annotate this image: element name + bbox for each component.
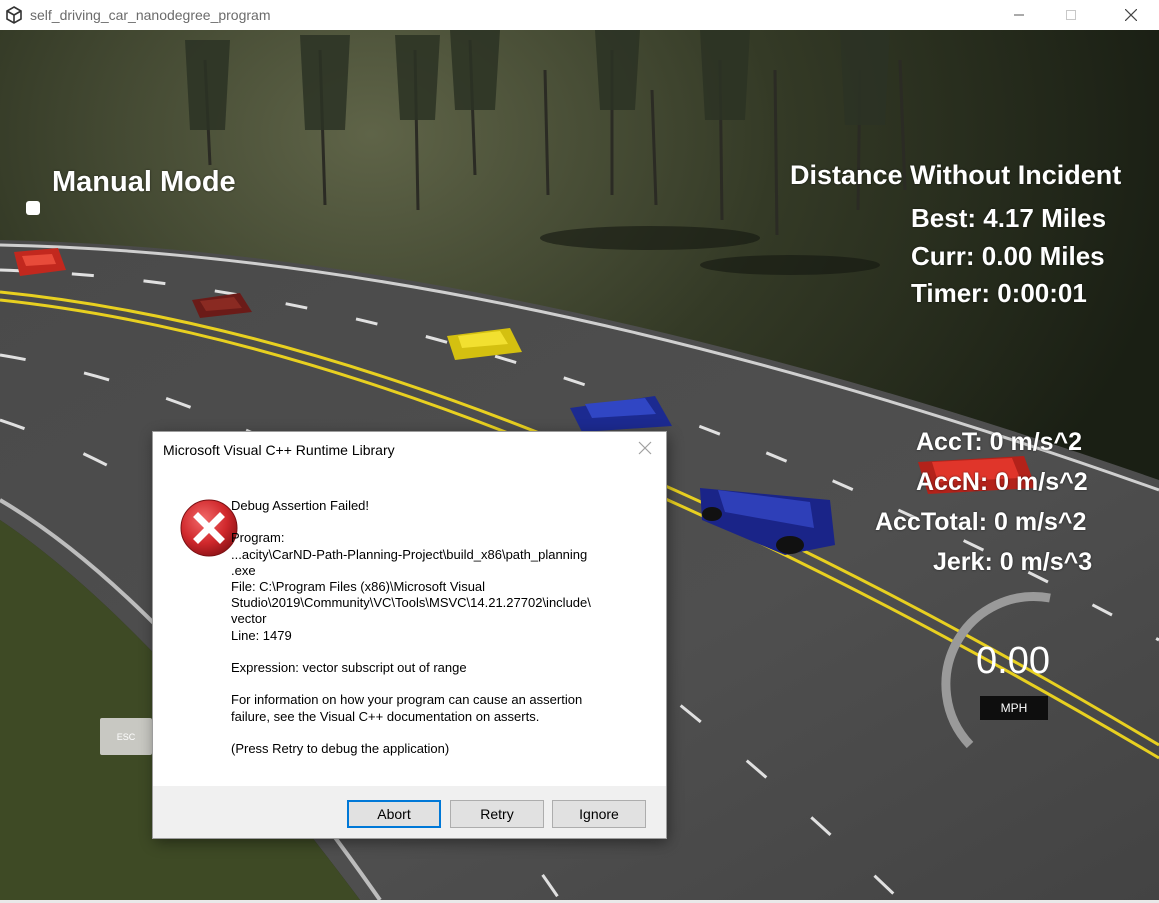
- minimize-icon: [1014, 14, 1024, 16]
- dialog-close-button[interactable]: [638, 441, 654, 457]
- program-path-ext: .exe: [231, 562, 256, 578]
- error-icon: [179, 498, 239, 558]
- assertion-heading: Debug Assertion Failed!: [231, 498, 370, 513]
- dialog-button-bar: Abort Retry Ignore: [153, 786, 666, 838]
- maximize-button[interactable]: [1048, 0, 1094, 30]
- unity-logo-icon: [5, 6, 23, 24]
- dialog-title: Microsoft Visual C++ Runtime Library: [163, 442, 395, 458]
- close-icon: [638, 441, 652, 455]
- manual-mode-checkbox[interactable]: [26, 201, 40, 215]
- close-icon: [1125, 9, 1137, 21]
- acc-t: AccT: 0 m/s^2: [916, 428, 1083, 456]
- jerk: Jerk: 0 m/s^3: [933, 548, 1093, 576]
- speed-unit: MPH: [980, 696, 1048, 720]
- file-line-1: File: C:\Program Files (x86)\Microsoft V…: [231, 579, 486, 594]
- retry-button[interactable]: Retry: [450, 800, 544, 828]
- line-number: Line: 1479: [231, 627, 292, 643]
- program-path: ...acity\CarND-Path-Planning-Project\bui…: [231, 546, 588, 562]
- window-title: self_driving_car_nanodegree_program: [30, 7, 271, 23]
- speed-readout: 0.00: [976, 640, 1050, 682]
- acc-total: AccTotal: 0 m/s^2: [875, 508, 1087, 536]
- retry-hint: (Press Retry to debug the application): [231, 740, 450, 756]
- file-line-2: Studio\2019\Community\VC\Tools\MSVC\14.2…: [231, 595, 591, 611]
- info-line-2: failure, see the Visual C++ documentatio…: [231, 708, 540, 724]
- esc-button[interactable]: ESC: [100, 718, 152, 755]
- info-line-1: For information on how your program can …: [231, 692, 583, 708]
- timer: Timer: 0:00:01: [911, 278, 1087, 308]
- close-button[interactable]: [1108, 0, 1154, 30]
- acc-n: AccN: 0 m/s^2: [916, 468, 1088, 496]
- minimize-button[interactable]: [996, 0, 1042, 30]
- expression: Expression: vector subscript out of rang…: [231, 660, 467, 675]
- ignore-button[interactable]: Ignore: [552, 800, 646, 828]
- distance-title: Distance Without Incident: [790, 160, 1122, 190]
- maximize-icon: [1066, 10, 1076, 20]
- manual-mode-label[interactable]: Manual Mode: [52, 166, 236, 199]
- program-label: Program:: [231, 530, 285, 546]
- title-bar: self_driving_car_nanodegree_program: [0, 0, 1159, 30]
- abort-button[interactable]: Abort: [347, 800, 441, 828]
- current-distance: Curr: 0.00 Miles: [911, 241, 1105, 271]
- best-distance: Best: 4.17 Miles: [911, 203, 1107, 233]
- file-line-3: vector: [231, 611, 267, 627]
- dialog-message: Debug Assertion Failed! Program: ...acit…: [231, 498, 651, 757]
- runtime-error-dialog: Microsoft Visual C++ Runtime Library Deb…: [153, 432, 666, 838]
